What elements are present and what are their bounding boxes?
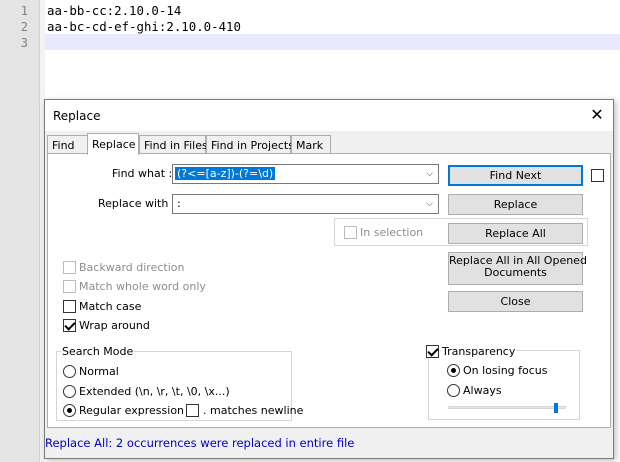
line-number: 3	[20, 36, 28, 50]
tab-find-in-files[interactable]: Find in Files	[139, 135, 208, 154]
find-what-input[interactable]: (?<=[a-z])-(?=\d) ⌵	[172, 164, 439, 184]
match-case-checkbox[interactable]	[63, 300, 76, 313]
replace-all-button[interactable]: Replace All	[448, 223, 583, 244]
line-number: 1	[20, 4, 28, 18]
wrap-around-checkbox[interactable]	[63, 319, 76, 332]
in-selection-label: In selection	[360, 226, 424, 239]
matches-newline-checkbox[interactable]	[186, 404, 199, 417]
tab-find-in-projects[interactable]: Find in Projects	[206, 135, 294, 154]
code-line[interactable]: aa-bc-cd-ef-ghi:2.10.0-410	[47, 19, 241, 34]
whole-word-checkbox[interactable]	[63, 280, 76, 293]
find-next-button[interactable]: Find Next	[448, 165, 583, 186]
replace-button[interactable]: Replace	[448, 194, 583, 215]
replace-with-value: :	[177, 197, 181, 210]
find-what-label: Find what :	[112, 167, 173, 180]
transparency-checkbox[interactable]	[426, 345, 439, 358]
extended-mode-radio[interactable]	[63, 385, 76, 398]
replace-all-opened-button[interactable]: Replace All in All Opened Documents	[448, 252, 587, 285]
chevron-down-icon[interactable]: ⌵	[421, 165, 438, 183]
status-message: Replace All: 2 occurrences were replaced…	[45, 436, 355, 450]
replace-panel: Find what : (?<=[a-z])-(?=\d) ⌵ Replace …	[47, 153, 611, 428]
tab-find[interactable]: Find	[47, 135, 88, 154]
always-radio[interactable]	[447, 384, 460, 397]
close-icon[interactable]: ✕	[587, 106, 607, 126]
backward-direction-label: Backward direction	[79, 261, 185, 274]
resize-grip-icon[interactable]	[601, 446, 611, 456]
transparency-slider-thumb[interactable]	[554, 403, 559, 413]
find-what-value: (?<=[a-z])-(?=\d)	[175, 167, 276, 180]
regex-mode-label: Regular expression	[79, 404, 185, 417]
on-losing-focus-radio[interactable]	[447, 364, 460, 377]
transparency-slider[interactable]	[448, 406, 566, 409]
regex-mode-radio[interactable]	[63, 404, 76, 417]
dialog-title: Replace	[53, 109, 101, 123]
match-case-label: Match case	[79, 300, 142, 313]
backward-direction-checkbox[interactable]	[63, 261, 76, 274]
tab-mark[interactable]: Mark	[291, 135, 331, 154]
whole-word-label: Match whole word only	[79, 280, 206, 293]
close-button[interactable]: Close	[448, 291, 583, 312]
transparency-title: Transparency	[441, 345, 517, 358]
in-selection-checkbox[interactable]	[344, 226, 357, 239]
replace-dialog: Replace ✕ Find Replace Find in Files Fin…	[44, 99, 614, 459]
line-number-gutter: 1 2 3	[0, 0, 40, 462]
normal-mode-label: Normal	[79, 365, 119, 378]
always-label: Always	[463, 384, 502, 397]
replace-with-input[interactable]: : ⌵	[172, 194, 439, 214]
matches-newline-label: . matches newline	[203, 404, 304, 417]
wrap-around-label: Wrap around	[79, 319, 150, 332]
search-mode-title: Search Mode	[61, 345, 135, 358]
dialog-titlebar[interactable]: Replace ✕	[45, 100, 613, 131]
normal-mode-radio[interactable]	[63, 365, 76, 378]
code-line[interactable]: aa-bb-cc:2.10.0-14	[47, 3, 181, 18]
current-line-highlight	[45, 34, 620, 50]
tab-replace[interactable]: Replace	[87, 133, 139, 155]
find-next-extra-checkbox[interactable]	[591, 169, 604, 182]
replace-all-opened-line2: Documents	[484, 266, 547, 279]
line-number: 2	[20, 20, 28, 34]
replace-with-label: Replace with :	[98, 197, 176, 210]
extended-mode-label: Extended (\n, \r, \t, \0, \x...)	[79, 385, 230, 398]
on-losing-focus-label: On losing focus	[463, 364, 548, 377]
chevron-down-icon[interactable]: ⌵	[421, 195, 438, 213]
